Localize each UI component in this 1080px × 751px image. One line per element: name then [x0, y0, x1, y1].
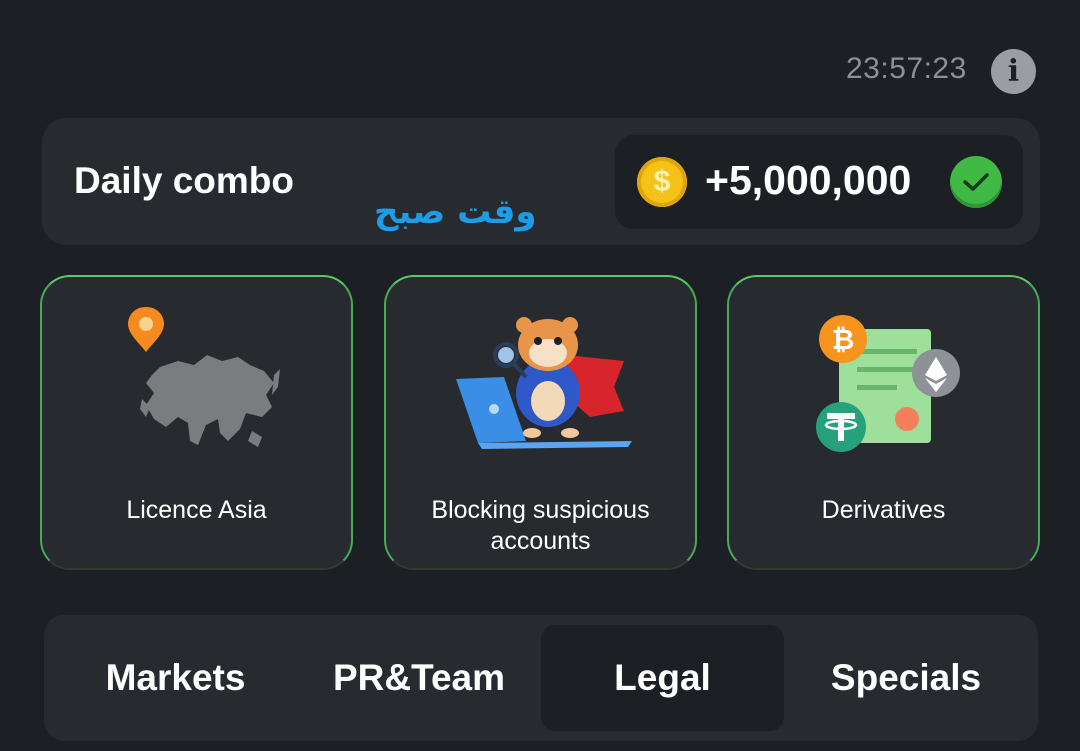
card-label: Derivatives [821, 496, 946, 524]
daily-combo-bar: Daily combo وقت صبح $ +5,000,000 [42, 118, 1040, 245]
check-icon [950, 156, 1002, 208]
coin-icon: $ [637, 157, 687, 207]
daily-combo-title: Daily combo [74, 160, 294, 201]
tab-legal[interactable]: Legal [541, 625, 784, 731]
tab-pr-team[interactable]: PR&Team [297, 625, 541, 731]
coin-glyph: $ [653, 165, 671, 198]
combo-card-derivatives[interactable]: ₿ Derivatives [727, 275, 1040, 570]
tab-markets[interactable]: Markets [54, 625, 297, 731]
svg-text:₿: ₿ [832, 323, 855, 356]
card-label: Blocking suspicious accounts [431, 496, 650, 555]
reward-amount: +5,000,000 [705, 157, 912, 203]
info-icon: i [1007, 54, 1020, 89]
tab-specials[interactable]: Specials [784, 625, 1028, 731]
hamster-laptop-icon [456, 317, 632, 449]
timer: 23:57:23 [846, 52, 967, 85]
card-label: Licence Asia [126, 496, 267, 524]
asia-map-icon [128, 307, 280, 447]
category-tabs: Markets PR&Team Legal Specials [44, 615, 1038, 741]
overlay-note: وقت صبح [374, 192, 537, 232]
reward-pill: $ +5,000,000 [615, 135, 1023, 229]
combo-card-licence-asia[interactable]: Licence Asia [40, 275, 353, 570]
crypto-document-icon: ₿ [816, 315, 960, 452]
combo-card-blocking-suspicious-accounts[interactable]: Blocking suspicious accounts [384, 275, 697, 570]
info-button[interactable]: i [991, 49, 1036, 94]
